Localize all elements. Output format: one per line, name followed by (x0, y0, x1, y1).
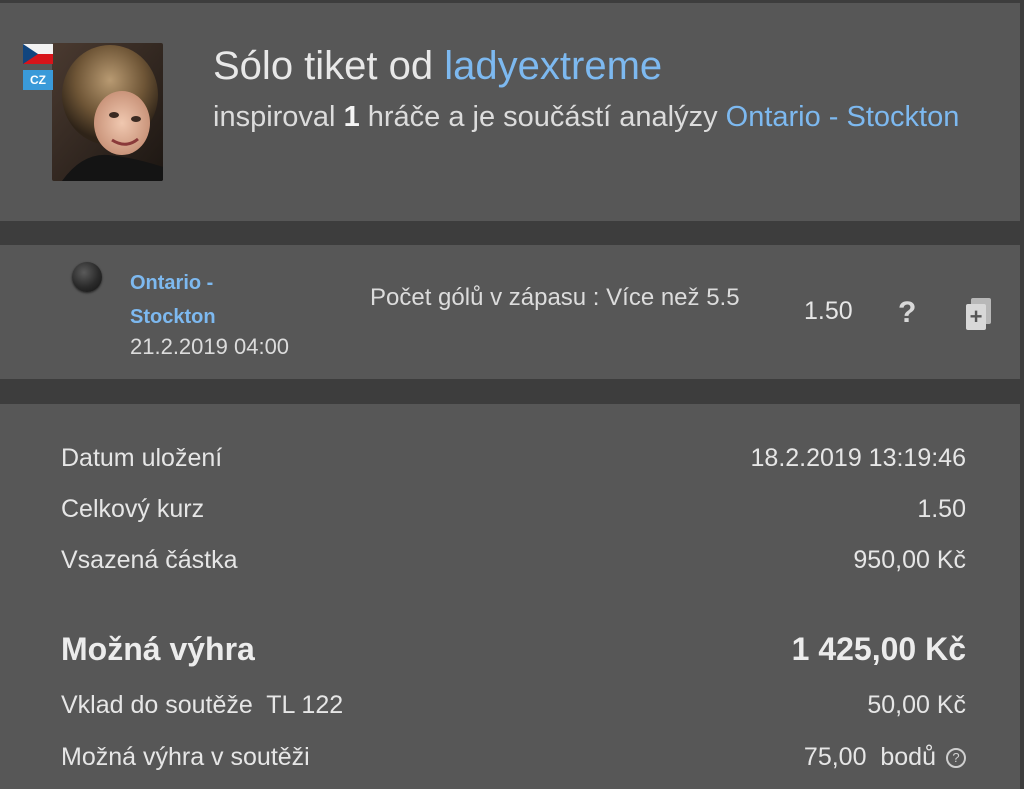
contest-win-value-wrap: 75,00 bodů? (804, 743, 966, 772)
detail-row-total-odds: Celkový kurz 1.50 (61, 495, 966, 524)
black-circle-icon (72, 262, 102, 292)
detail-label: Vsazená částka (61, 546, 238, 574)
possible-win-label: Možná výhra (61, 631, 255, 667)
avatar-photo-icon (52, 43, 163, 181)
analysis-link[interactable]: Ontario - Stockton (726, 101, 960, 133)
match-date: 21.2.2019 04:00 (130, 334, 290, 359)
copy-ticket-plus: + (966, 304, 986, 330)
match-odds: 1.50 (804, 297, 853, 325)
detail-value: 1.50 (917, 495, 966, 523)
possible-win-value: 1 425,00 Kč (791, 631, 966, 667)
username-link[interactable]: ladyextreme (444, 44, 662, 88)
contest-deposit-value: 50,00 Kč (867, 691, 966, 719)
possible-win-row: Možná výhra 1 425,00 Kč (61, 631, 966, 668)
inspired-count: 1 (343, 101, 360, 133)
contest-win-label: Možná výhra v soutěži (61, 743, 310, 771)
copy-ticket-icon[interactable]: + (966, 298, 994, 332)
country-badge: CZ (23, 70, 53, 90)
info-icon[interactable]: ? (946, 748, 966, 769)
contest-deposit-label: Vklad do soutěže TL 122 (61, 691, 344, 719)
user-avatar[interactable] (52, 43, 163, 181)
contest-win-row: Možná výhra v soutěži 75,00 bodů? (61, 743, 966, 772)
detail-value: 18.2.2019 13:19:46 (750, 444, 966, 472)
detail-label: Celkový kurz (61, 495, 205, 523)
page-title: Sólo tiket od ladyextreme (213, 44, 662, 89)
contest-deposit-row: Vklad do soutěže TL 122 50,00 Kč (61, 691, 966, 720)
help-icon[interactable]: ? (898, 296, 916, 330)
bet-description: Počet gólů v zápasu : Více než 5.5 (370, 284, 740, 311)
subtitle-prefix: inspiroval (213, 101, 336, 133)
contest-win-value: 75,00 bodů (803, 743, 936, 771)
detail-row-stake: Vsazená částka 950,00 Kč (61, 546, 966, 575)
detail-value: 950,00 Kč (853, 546, 966, 574)
match-teams-link[interactable]: Ontario - Stockton (130, 266, 280, 334)
page-subtitle: inspiroval 1 hráče a je součástí analýzy… (213, 94, 993, 141)
subtitle-middle: hráče a je součástí analýzy (367, 101, 718, 133)
detail-row-saved-date: Datum uložení 18.2.2019 13:19:46 (61, 444, 966, 473)
title-prefix: Sólo tiket od (213, 44, 434, 88)
czech-flag-icon (23, 44, 53, 64)
detail-label: Datum uložení (61, 444, 223, 472)
